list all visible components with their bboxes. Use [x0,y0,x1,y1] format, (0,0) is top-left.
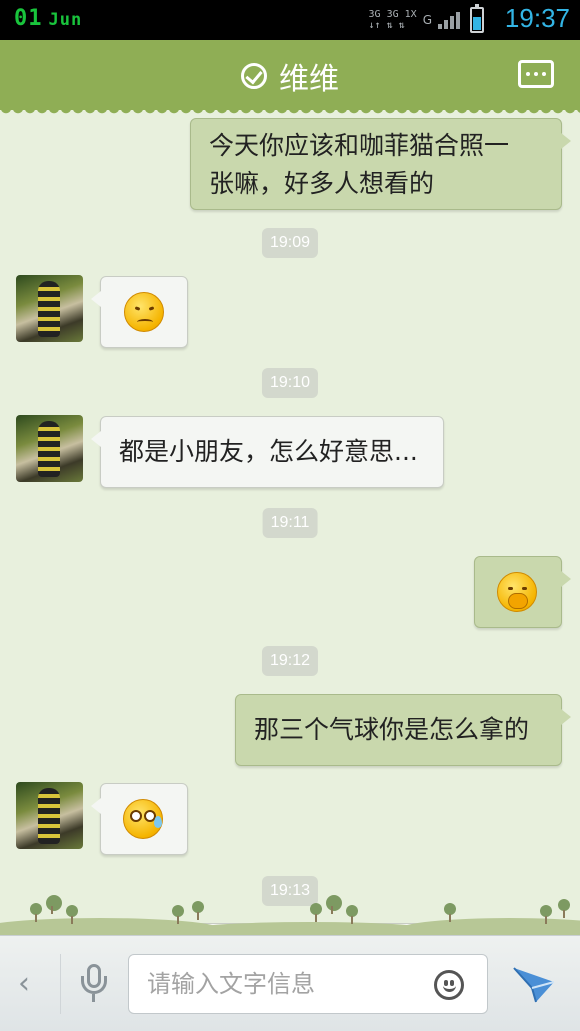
timestamp: 19:11 [262,508,318,538]
outgoing-message[interactable] [474,556,571,628]
timestamp: 19:09 [261,228,319,258]
smiley-icon[interactable] [434,970,464,1000]
outgoing-message[interactable]: 那三个气球你是怎么拿的 [235,694,571,766]
signal-icon [438,11,460,29]
scenery-decoration [0,895,580,940]
avatar[interactable] [16,275,83,342]
chat-area[interactable]: 今天你应该和咖菲猫合照一 张嘛，好多人想看的 19:09 19:10 都是小朋友… [0,110,580,935]
status-day: 01 [14,6,43,31]
status-time: 19:37 [504,3,570,33]
microphone-icon[interactable] [80,964,108,1004]
sweat-face-emoji [123,799,163,839]
timestamp: 19:10 [261,368,319,398]
status-icons: 3G 3G 1X ↓↑ ⇅ ⇅ G [368,4,484,34]
battery-icon [470,4,484,33]
message-text: 那三个气球你是怎么拿的 [254,715,530,744]
status-bar: 01 Jun 3G 3G 1X ↓↑ ⇅ ⇅ G 19:37 [0,0,580,40]
divider [60,954,61,1014]
incoming-message[interactable]: 都是小朋友，怎么好意思... [91,416,444,488]
avatar[interactable] [16,415,83,482]
g-network-icon: G [422,13,432,27]
giggle-face-emoji [497,572,537,612]
collapse-button[interactable]: ‹ [18,966,30,1001]
outgoing-message[interactable]: 今天你应该和咖菲猫合照一 张嘛，好多人想看的 [190,118,571,210]
network-type-icon: 3G 3G 1X ↓↑ ⇅ ⇅ [368,9,417,31]
sad-face-emoji [124,292,164,332]
title-bar: 维维 [0,40,580,116]
incoming-message[interactable] [91,276,188,348]
message-text: 都是小朋友，怎么好意思... [119,437,418,466]
check-circle-icon [241,63,267,89]
chat-title: 维维 [279,62,339,97]
status-date: 01 Jun [14,6,82,31]
status-month: Jun [48,10,83,30]
message-text-line2: 张嘛，好多人想看的 [209,169,435,198]
more-button[interactable] [518,60,554,88]
incoming-message[interactable] [91,783,188,855]
message-text-line1: 今天你应该和咖菲猫合照一 [209,131,510,160]
more-dots-icon [526,72,530,76]
avatar[interactable] [16,782,83,849]
timestamp: 19:12 [261,646,319,676]
input-bar: ‹ [0,935,580,1031]
send-icon[interactable] [512,964,556,1004]
